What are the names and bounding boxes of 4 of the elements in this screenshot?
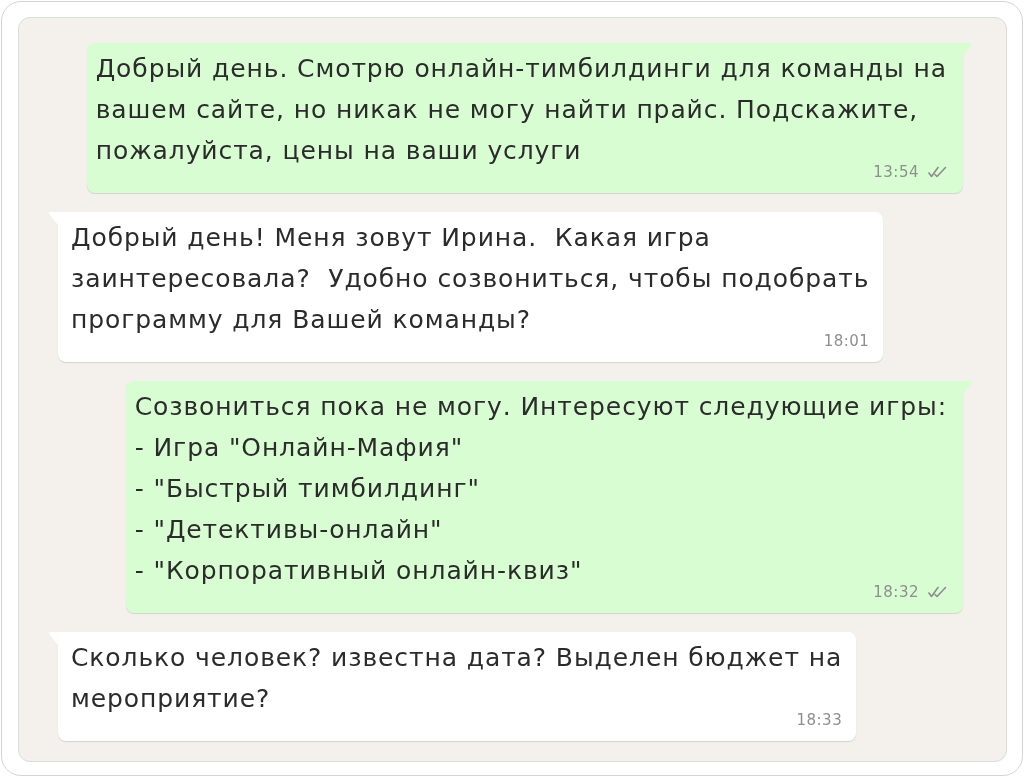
message-time: 18:01	[823, 332, 870, 350]
message-time: 13:54	[873, 163, 919, 181]
message-time: 18:33	[796, 711, 843, 729]
message-time: 18:32	[873, 583, 919, 601]
